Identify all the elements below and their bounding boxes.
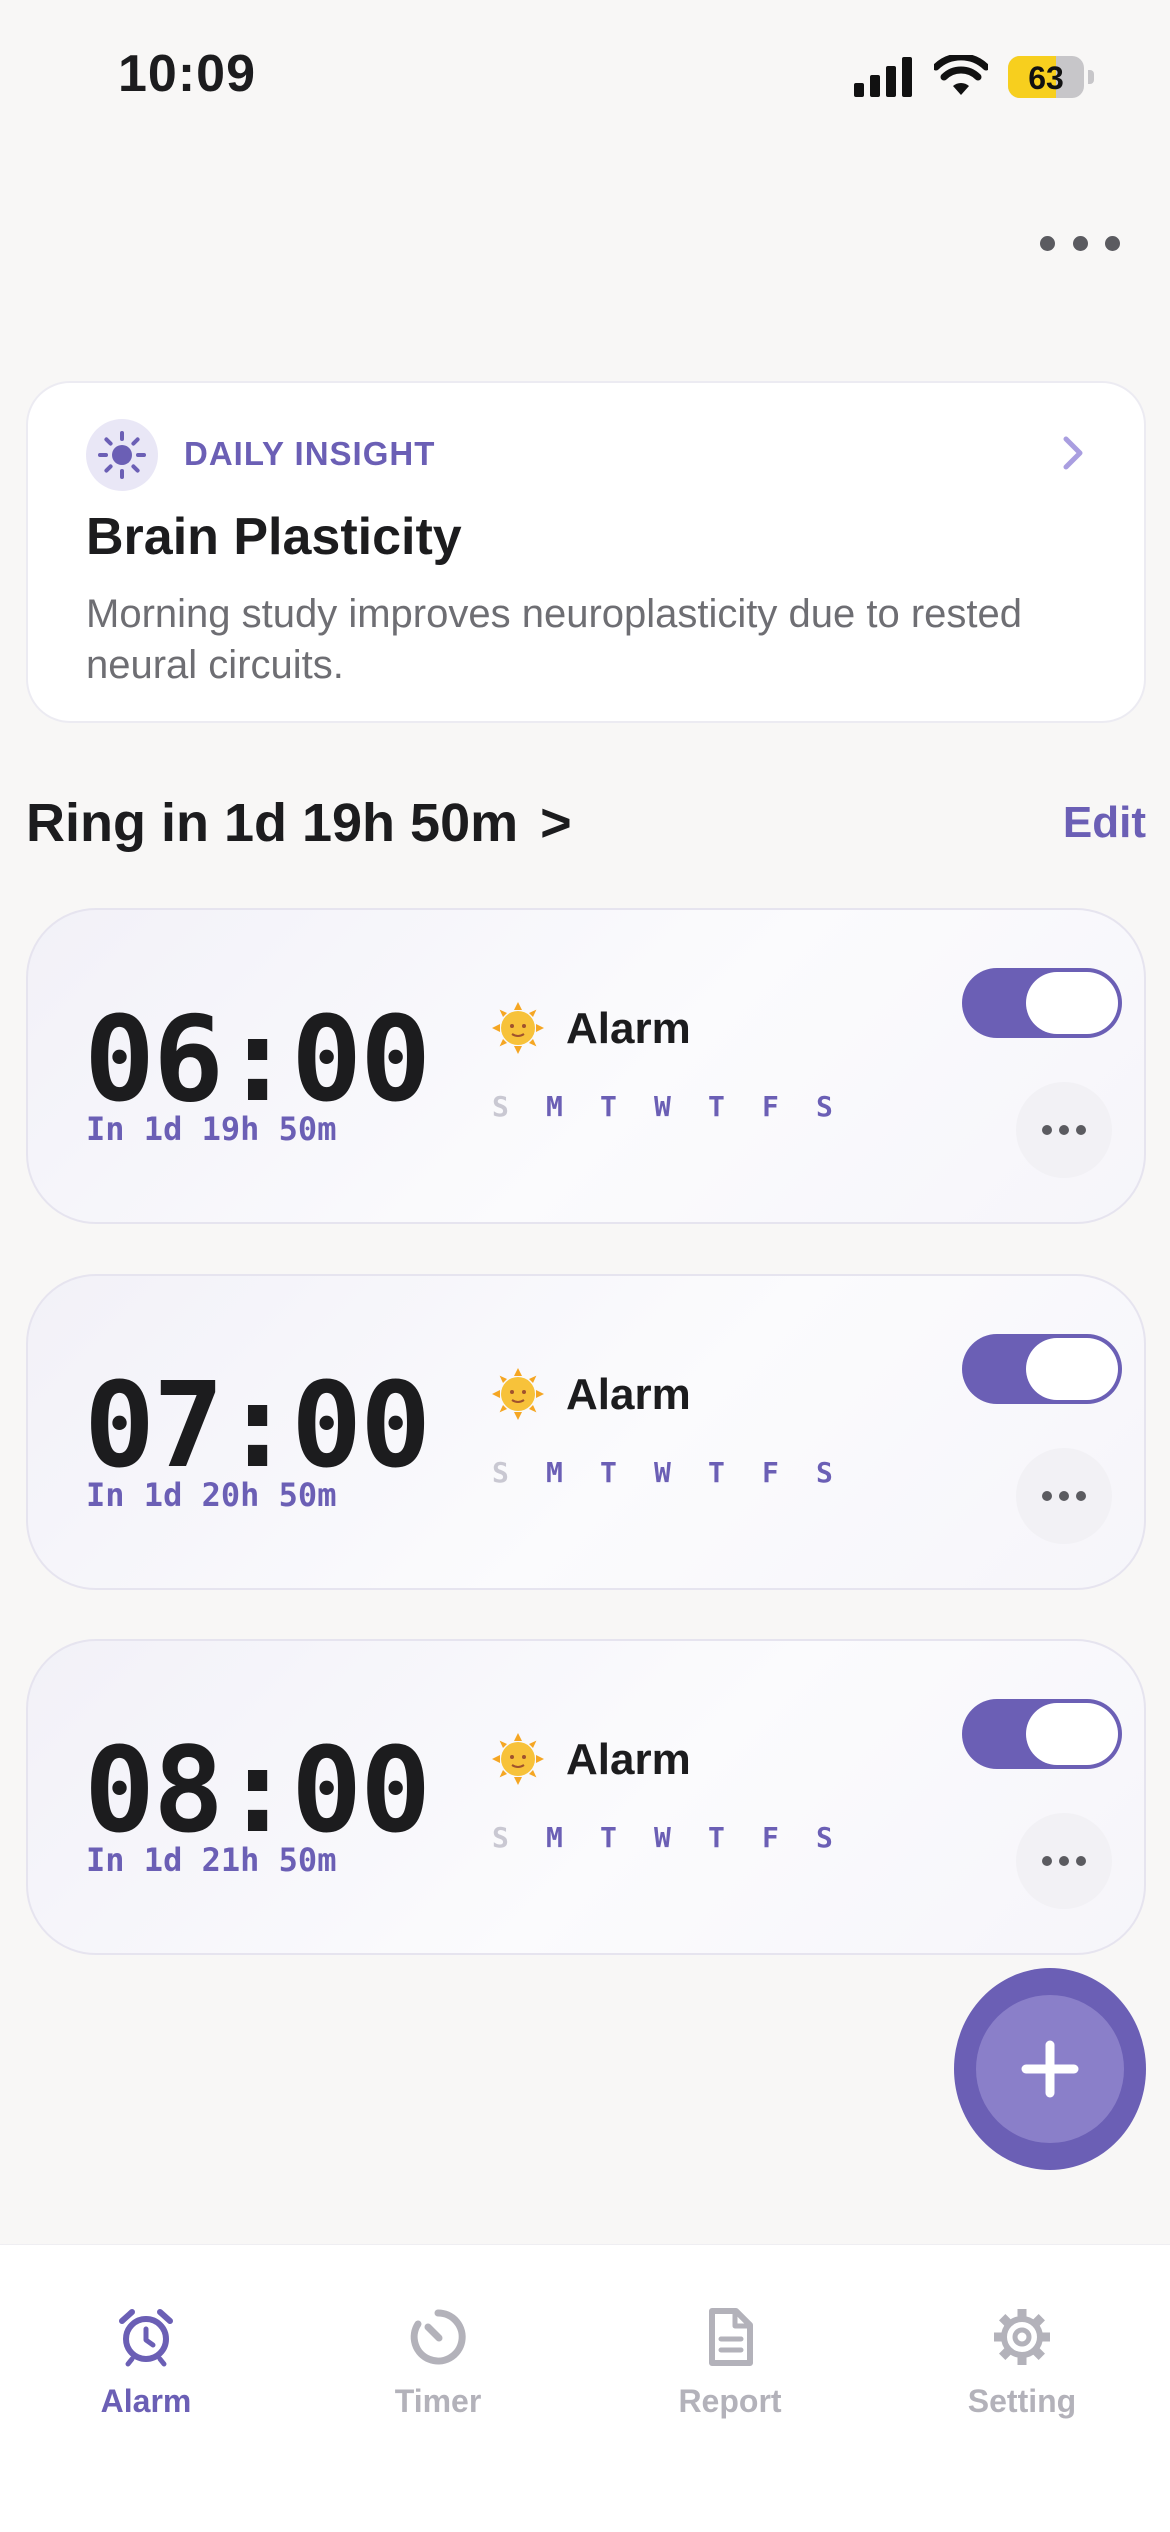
weekday-tue: T: [600, 1456, 617, 1489]
timer-icon: [410, 2309, 466, 2365]
insight-body: Morning study improves neuroplasticity d…: [86, 592, 1023, 687]
tab-label: Timer: [394, 2383, 482, 2419]
weekday-fri: F: [762, 1821, 779, 1854]
tab-label: Report: [678, 2383, 782, 2419]
more-dot: [1076, 1491, 1086, 1501]
battery-level: 63: [1028, 60, 1064, 96]
more-dot: [1076, 1125, 1086, 1135]
toggle-knob: [1026, 1338, 1118, 1400]
weekday-wed: W: [654, 1456, 671, 1489]
alarm-countdown: In 1d 19h 50m: [86, 1110, 337, 1148]
tab-report[interactable]: Report: [630, 2305, 830, 2445]
add-alarm-button[interactable]: [954, 1968, 1146, 2170]
alarm-countdown: In 1d 20h 50m: [86, 1476, 337, 1514]
alarm-time: 07:00: [84, 1356, 431, 1494]
weekday-tue: T: [600, 1090, 617, 1123]
status-time: 10:09: [118, 45, 256, 103]
sun-face-icon: [492, 1002, 544, 1054]
cellular-signal-icon: [854, 57, 912, 97]
alarm-toggle[interactable]: [962, 1699, 1122, 1769]
tab-label: Alarm: [100, 2383, 192, 2419]
weekday-mon: M: [546, 1090, 563, 1123]
alarm-label: Alarm: [566, 1370, 691, 1419]
insight-title: Brain Plasticity: [86, 508, 462, 566]
more-dot: [1042, 1491, 1052, 1501]
more-options-button[interactable]: [1040, 218, 1120, 268]
tab-bar: Alarm Timer Report Setting: [0, 2244, 1170, 2532]
weekday-fri: F: [762, 1456, 779, 1489]
add-alarm-button-inner: [976, 1995, 1124, 2143]
alarm-card[interactable]: 08:00 In 1d 21h 50m Alarm S M T W T F S: [26, 1639, 1146, 1955]
alarm-label: Alarm: [566, 1004, 691, 1053]
sun-icon: [98, 431, 146, 479]
alarm-more-button[interactable]: [1016, 1448, 1112, 1544]
weekday-sat: S: [816, 1090, 833, 1123]
more-dot: [1059, 1491, 1069, 1501]
more-dot: [1076, 1856, 1086, 1866]
weekday-thu: T: [708, 1090, 725, 1123]
tab-alarm[interactable]: Alarm: [46, 2305, 246, 2445]
battery-cap: [1088, 70, 1094, 84]
document-icon: [709, 2308, 753, 2366]
weekday-selector: S M T W T F S: [492, 1456, 870, 1489]
sun-face-icon: [492, 1368, 544, 1420]
more-dot: [1059, 1856, 1069, 1866]
chevron-right-icon[interactable]: [1058, 433, 1088, 473]
alarm-more-button[interactable]: [1016, 1082, 1112, 1178]
more-dot: [1072, 235, 1088, 251]
status-bar: 10:09 63: [0, 0, 1170, 150]
alarm-toggle[interactable]: [962, 968, 1122, 1038]
weekday-sun: S: [492, 1456, 509, 1489]
tab-label: Setting: [967, 2383, 1077, 2419]
gear-icon: [994, 2309, 1050, 2365]
alarm-label: Alarm: [566, 1735, 691, 1784]
weekday-sat: S: [816, 1821, 833, 1854]
alarm-clock-icon: [119, 2309, 173, 2367]
more-dot: [1040, 235, 1055, 251]
weekday-sat: S: [816, 1456, 833, 1489]
edit-button[interactable]: Edit: [1063, 798, 1146, 848]
alarm-countdown: In 1d 21h 50m: [86, 1841, 337, 1879]
weekday-wed: W: [654, 1090, 671, 1123]
more-dot: [1105, 235, 1120, 251]
more-dot: [1042, 1856, 1052, 1866]
more-dot: [1059, 1125, 1069, 1135]
alarm-card[interactable]: 06:00 In 1d 19h 50m Alarm S M T W T F S: [26, 908, 1146, 1224]
weekday-sun: S: [492, 1090, 509, 1123]
chevron-right-icon: >: [540, 793, 572, 853]
insight-tag: DAILY INSIGHT: [184, 435, 436, 472]
alarm-card[interactable]: 07:00 In 1d 20h 50m Alarm S M T W T F S: [26, 1274, 1146, 1590]
toggle-knob: [1026, 972, 1118, 1034]
alarm-time: 06:00: [84, 990, 431, 1128]
next-ring-summary[interactable]: Ring in 1d 19h 50m >: [26, 792, 572, 854]
weekday-thu: T: [708, 1456, 725, 1489]
weekday-selector: S M T W T F S: [492, 1821, 870, 1854]
weekday-tue: T: [600, 1821, 617, 1854]
weekday-selector: S M T W T F S: [492, 1090, 870, 1123]
wifi-icon: [934, 55, 988, 95]
daily-insight-card[interactable]: DAILY INSIGHT Brain Plasticity Morning s…: [26, 381, 1146, 723]
tab-timer[interactable]: Timer: [338, 2305, 538, 2445]
insight-icon-badge: [86, 419, 158, 491]
weekday-thu: T: [708, 1821, 725, 1854]
weekday-wed: W: [654, 1821, 671, 1854]
battery-indicator: 63: [1008, 56, 1084, 98]
weekday-mon: M: [546, 1456, 563, 1489]
next-ring-text: Ring in 1d 19h 50m: [26, 793, 519, 853]
alarm-time: 08:00: [84, 1721, 431, 1859]
plus-icon: [1021, 2040, 1079, 2098]
alarm-more-button[interactable]: [1016, 1813, 1112, 1909]
tab-setting[interactable]: Setting: [922, 2305, 1122, 2445]
sun-face-icon: [492, 1733, 544, 1785]
more-dot: [1042, 1125, 1052, 1135]
weekday-mon: M: [546, 1821, 563, 1854]
toggle-knob: [1026, 1703, 1118, 1765]
weekday-fri: F: [762, 1090, 779, 1123]
alarm-toggle[interactable]: [962, 1334, 1122, 1404]
weekday-sun: S: [492, 1821, 509, 1854]
